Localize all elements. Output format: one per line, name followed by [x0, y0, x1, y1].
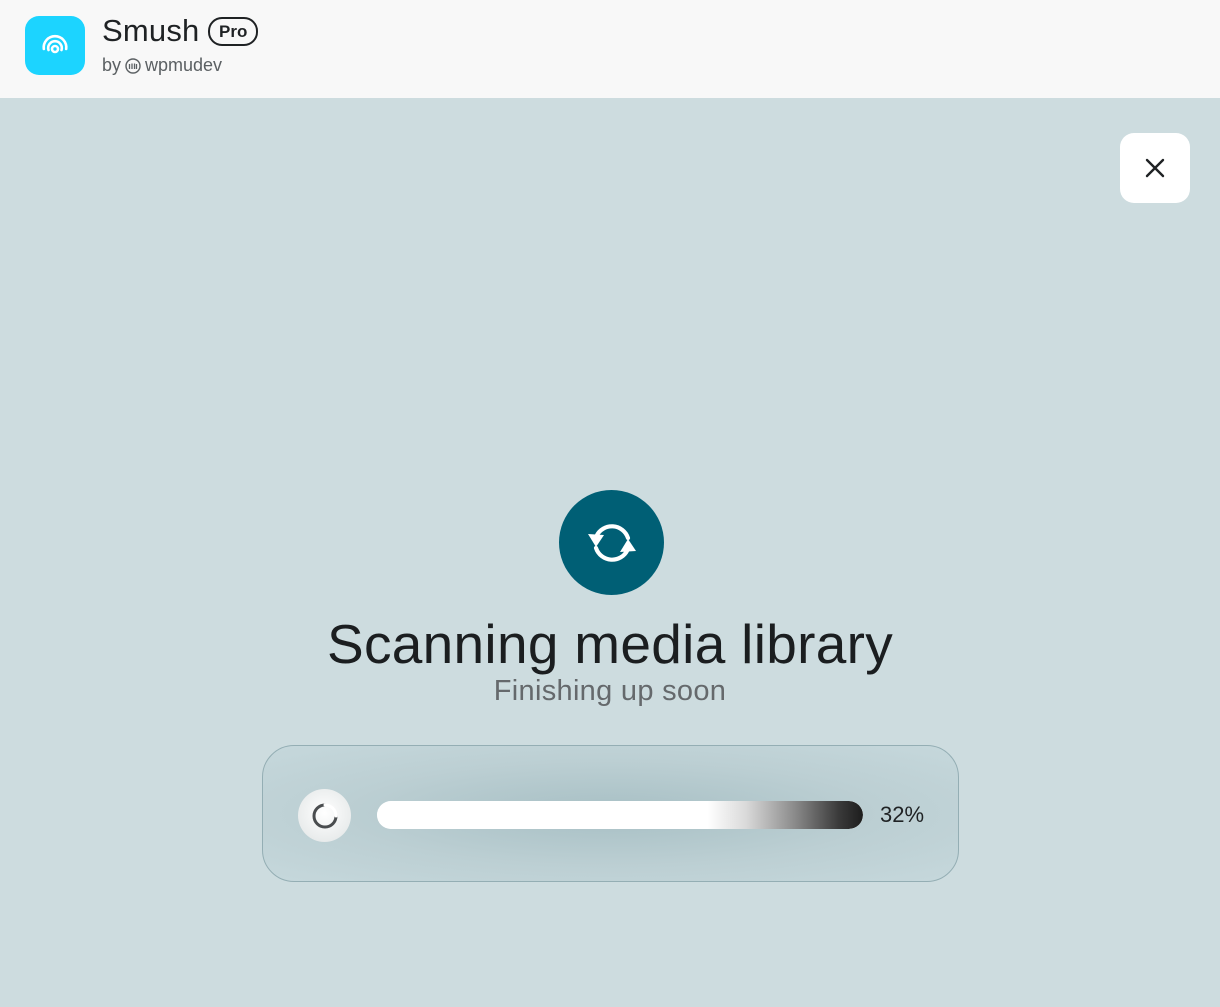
app-byline: by wpmudev [102, 55, 222, 76]
smush-logo-icon [25, 16, 85, 75]
app-name: Smush [102, 13, 200, 48]
developer-name: wpmudev [145, 55, 223, 75]
progress-bar-fill [377, 801, 863, 829]
app-header: Smush Pro by wpmudev [0, 0, 1220, 98]
close-icon [1145, 158, 1165, 178]
wpmudev-icon [125, 57, 141, 74]
sync-icon [587, 523, 636, 562]
progress-percent: 32% [880, 802, 925, 827]
close-button[interactable] [1120, 133, 1190, 203]
scan-status-badge [559, 490, 664, 595]
progress-card: 32% [262, 745, 959, 882]
pro-badge: Pro [208, 17, 259, 46]
dialog-title: Scanning media library [326, 613, 894, 675]
dialog-subtitle: Finishing up soon [493, 675, 727, 707]
progress-bar [377, 801, 863, 829]
loading-spinner-icon [298, 789, 351, 842]
byline-prefix: by [102, 55, 122, 75]
